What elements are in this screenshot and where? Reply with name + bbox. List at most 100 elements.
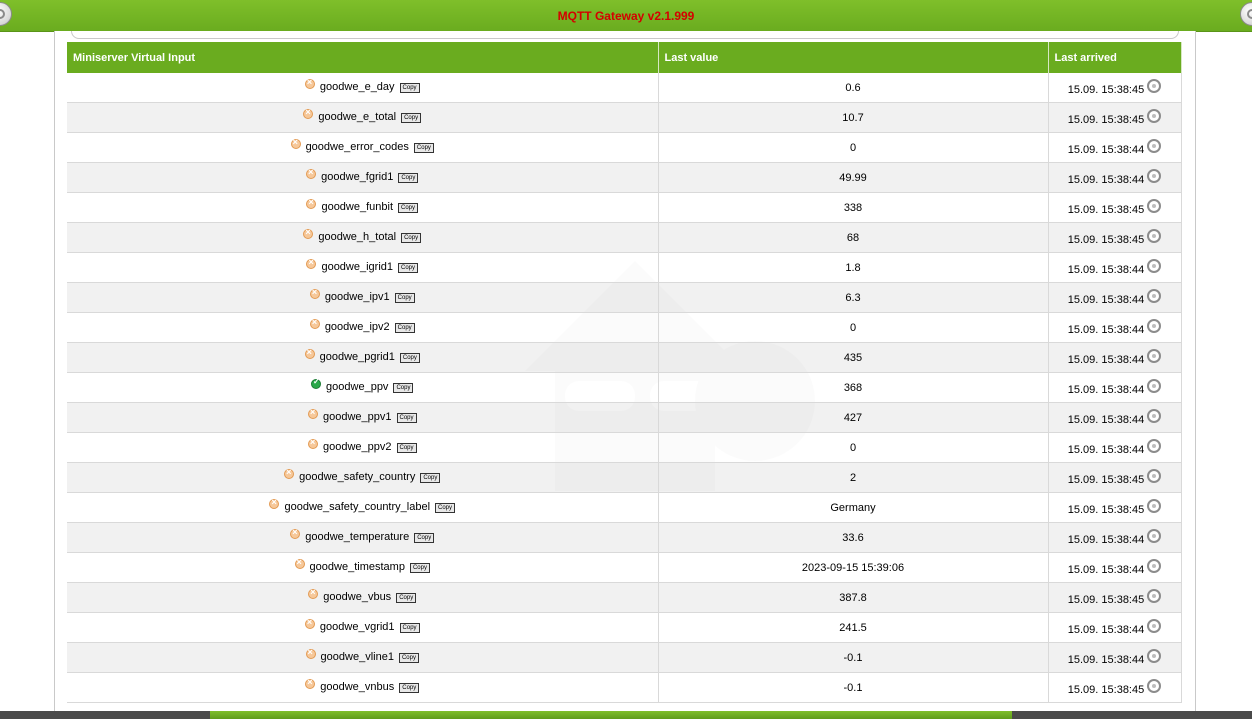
clock-icon[interactable]	[1147, 588, 1162, 603]
copy-button[interactable]: Copy	[420, 472, 441, 483]
virtual-input-cell: goodwe_vnbus Copy	[67, 672, 659, 703]
clock-icon[interactable]	[1147, 348, 1162, 363]
copy-button[interactable]: Copy	[398, 172, 419, 183]
clock-icon[interactable]	[1147, 288, 1162, 303]
copy-button[interactable]: Copy	[435, 502, 456, 513]
last-value-cell: 49.99	[658, 162, 1049, 193]
column-header-last-arrived[interactable]: Last arrived	[1048, 42, 1182, 73]
last-arrived-wrap: 15.09. 15:38:45	[1068, 108, 1162, 126]
copy-button[interactable]: Copy	[413, 142, 434, 153]
virtual-input-name: goodwe_ppv2	[322, 440, 392, 453]
copy-button[interactable]: Copy	[399, 82, 420, 93]
virtual-input-name: goodwe_vnbus	[320, 680, 395, 693]
table-row: goodwe_vline1 Copy -0.1 15.09. 15:38:44	[67, 642, 1182, 673]
last-arrived-wrap: 15.09. 15:38:44	[1068, 558, 1162, 576]
last-arrived-cell: 15.09. 15:38:45	[1048, 582, 1182, 613]
clock-icon[interactable]	[1147, 528, 1162, 543]
clock-icon[interactable]	[1147, 648, 1162, 663]
last-arrived-wrap: 15.09. 15:38:44	[1067, 138, 1162, 156]
clock-icon[interactable]	[1147, 168, 1162, 183]
copy-button[interactable]: Copy	[414, 532, 435, 543]
copy-button[interactable]: Copy	[396, 592, 417, 603]
last-arrived-wrap: 15.09. 15:38:45	[1068, 468, 1162, 486]
virtual-input-wrap: goodwe_ipv1 Copy	[309, 287, 415, 303]
table-row: goodwe_e_total Copy 10.7 15.09. 15:38:45	[67, 102, 1182, 133]
warning-status-icon	[307, 407, 318, 419]
last-value-cell: -0.1	[658, 642, 1049, 673]
copy-button[interactable]: Copy	[394, 322, 415, 333]
copy-button[interactable]: Copy	[398, 202, 419, 213]
virtual-input-wrap: goodwe_safety_country Copy	[284, 467, 441, 483]
page-title: MQTT Gateway v2.1.999	[557, 9, 695, 23]
table-row: goodwe_funbit Copy 338 15.09. 15:38:45	[67, 192, 1182, 223]
virtual-input-wrap: goodwe_ipv2 Copy	[309, 317, 415, 333]
virtual-input-name: goodwe_ppv1	[322, 410, 392, 423]
clock-icon[interactable]	[1147, 438, 1162, 453]
virtual-input-cell: goodwe_e_total Copy	[67, 102, 659, 133]
clock-icon[interactable]	[1147, 108, 1162, 123]
clock-icon[interactable]	[1147, 678, 1162, 693]
last-value-cell: 68	[658, 222, 1049, 253]
virtual-input-name: goodwe_ipv2	[324, 320, 390, 333]
clock-icon[interactable]	[1147, 378, 1162, 393]
virtual-input-name: goodwe_fgrid1	[321, 170, 394, 183]
virtual-input-wrap: goodwe_funbit Copy	[306, 197, 419, 213]
copy-button[interactable]: Copy	[394, 292, 415, 303]
clock-icon[interactable]	[1147, 408, 1162, 423]
copy-button[interactable]: Copy	[401, 232, 422, 243]
column-header-last-value[interactable]: Last value	[658, 42, 1049, 73]
table-row: goodwe_error_codes Copy 0 15.09. 15:38:44	[67, 132, 1182, 163]
clock-icon[interactable]	[1147, 468, 1162, 483]
clock-icon[interactable]	[1147, 318, 1162, 333]
last-value-cell: 0	[658, 432, 1049, 463]
copy-button[interactable]: Copy	[398, 262, 419, 273]
last-arrived-time: 15.09. 15:38:44	[1067, 263, 1145, 276]
top-bar: MQTT Gateway v2.1.999	[0, 0, 1252, 32]
last-arrived-time: 15.09. 15:38:44	[1067, 143, 1145, 156]
table-header-row: Miniserver Virtual Input Last value Last…	[67, 42, 1182, 73]
last-arrived-cell: 15.09. 15:38:44	[1048, 282, 1182, 313]
clock-icon[interactable]	[1147, 228, 1162, 243]
copy-button[interactable]: Copy	[399, 682, 420, 693]
clock-icon[interactable]	[1147, 258, 1162, 273]
virtual-input-name: goodwe_h_total	[318, 230, 397, 243]
virtual-input-wrap: goodwe_vgrid1 Copy	[304, 617, 420, 633]
last-arrived-time: 15.09. 15:38:44	[1067, 353, 1145, 366]
clock-icon[interactable]	[1147, 558, 1162, 573]
virtual-input-cell: goodwe_error_codes Copy	[67, 132, 659, 163]
copy-button[interactable]: Copy	[399, 622, 420, 633]
copy-button[interactable]: Copy	[396, 412, 417, 423]
clock-icon[interactable]	[1147, 138, 1162, 153]
column-header-virtual-input[interactable]: Miniserver Virtual Input	[67, 42, 659, 73]
clock-icon[interactable]	[1147, 78, 1162, 93]
last-arrived-wrap: 15.09. 15:38:45	[1068, 228, 1162, 246]
clock-icon[interactable]	[1147, 498, 1162, 513]
last-arrived-wrap: 15.09. 15:38:44	[1067, 318, 1162, 336]
virtual-input-name: goodwe_igrid1	[321, 260, 394, 273]
virtual-input-cell: goodwe_timestamp Copy	[67, 552, 659, 583]
last-arrived-time: 15.09. 15:38:45	[1067, 593, 1145, 606]
last-value-cell: 33.6	[658, 522, 1049, 553]
clock-icon[interactable]	[1147, 198, 1162, 213]
virtual-input-name: goodwe_safety_country	[299, 470, 416, 483]
copy-button[interactable]: Copy	[396, 442, 417, 453]
filter-box[interactable]	[71, 31, 1179, 39]
last-arrived-cell: 15.09. 15:38:45	[1048, 192, 1182, 223]
copy-button[interactable]: Copy	[398, 652, 419, 663]
last-value-cell: 0	[658, 312, 1049, 343]
last-arrived-time: 15.09. 15:38:44	[1067, 413, 1145, 426]
last-arrived-cell: 15.09. 15:38:45	[1048, 462, 1182, 493]
clock-icon[interactable]	[1147, 618, 1162, 633]
copy-button[interactable]: Copy	[401, 112, 422, 123]
copy-button[interactable]: Copy	[399, 352, 420, 363]
last-arrived-wrap: 15.09. 15:38:44	[1067, 258, 1162, 276]
virtual-input-name: goodwe_vbus	[323, 590, 392, 603]
last-arrived-time: 15.09. 15:38:44	[1067, 323, 1145, 336]
warning-status-icon	[309, 317, 320, 329]
virtual-input-wrap: goodwe_e_total Copy	[303, 107, 422, 123]
copy-button[interactable]: Copy	[409, 562, 430, 573]
table-row: goodwe_h_total Copy 68 15.09. 15:38:45	[67, 222, 1182, 253]
copy-button[interactable]: Copy	[393, 382, 414, 393]
virtual-input-cell: goodwe_vbus Copy	[67, 582, 659, 613]
table-row: goodwe_ppv Copy 368 15.09. 15:38:44	[67, 372, 1182, 403]
